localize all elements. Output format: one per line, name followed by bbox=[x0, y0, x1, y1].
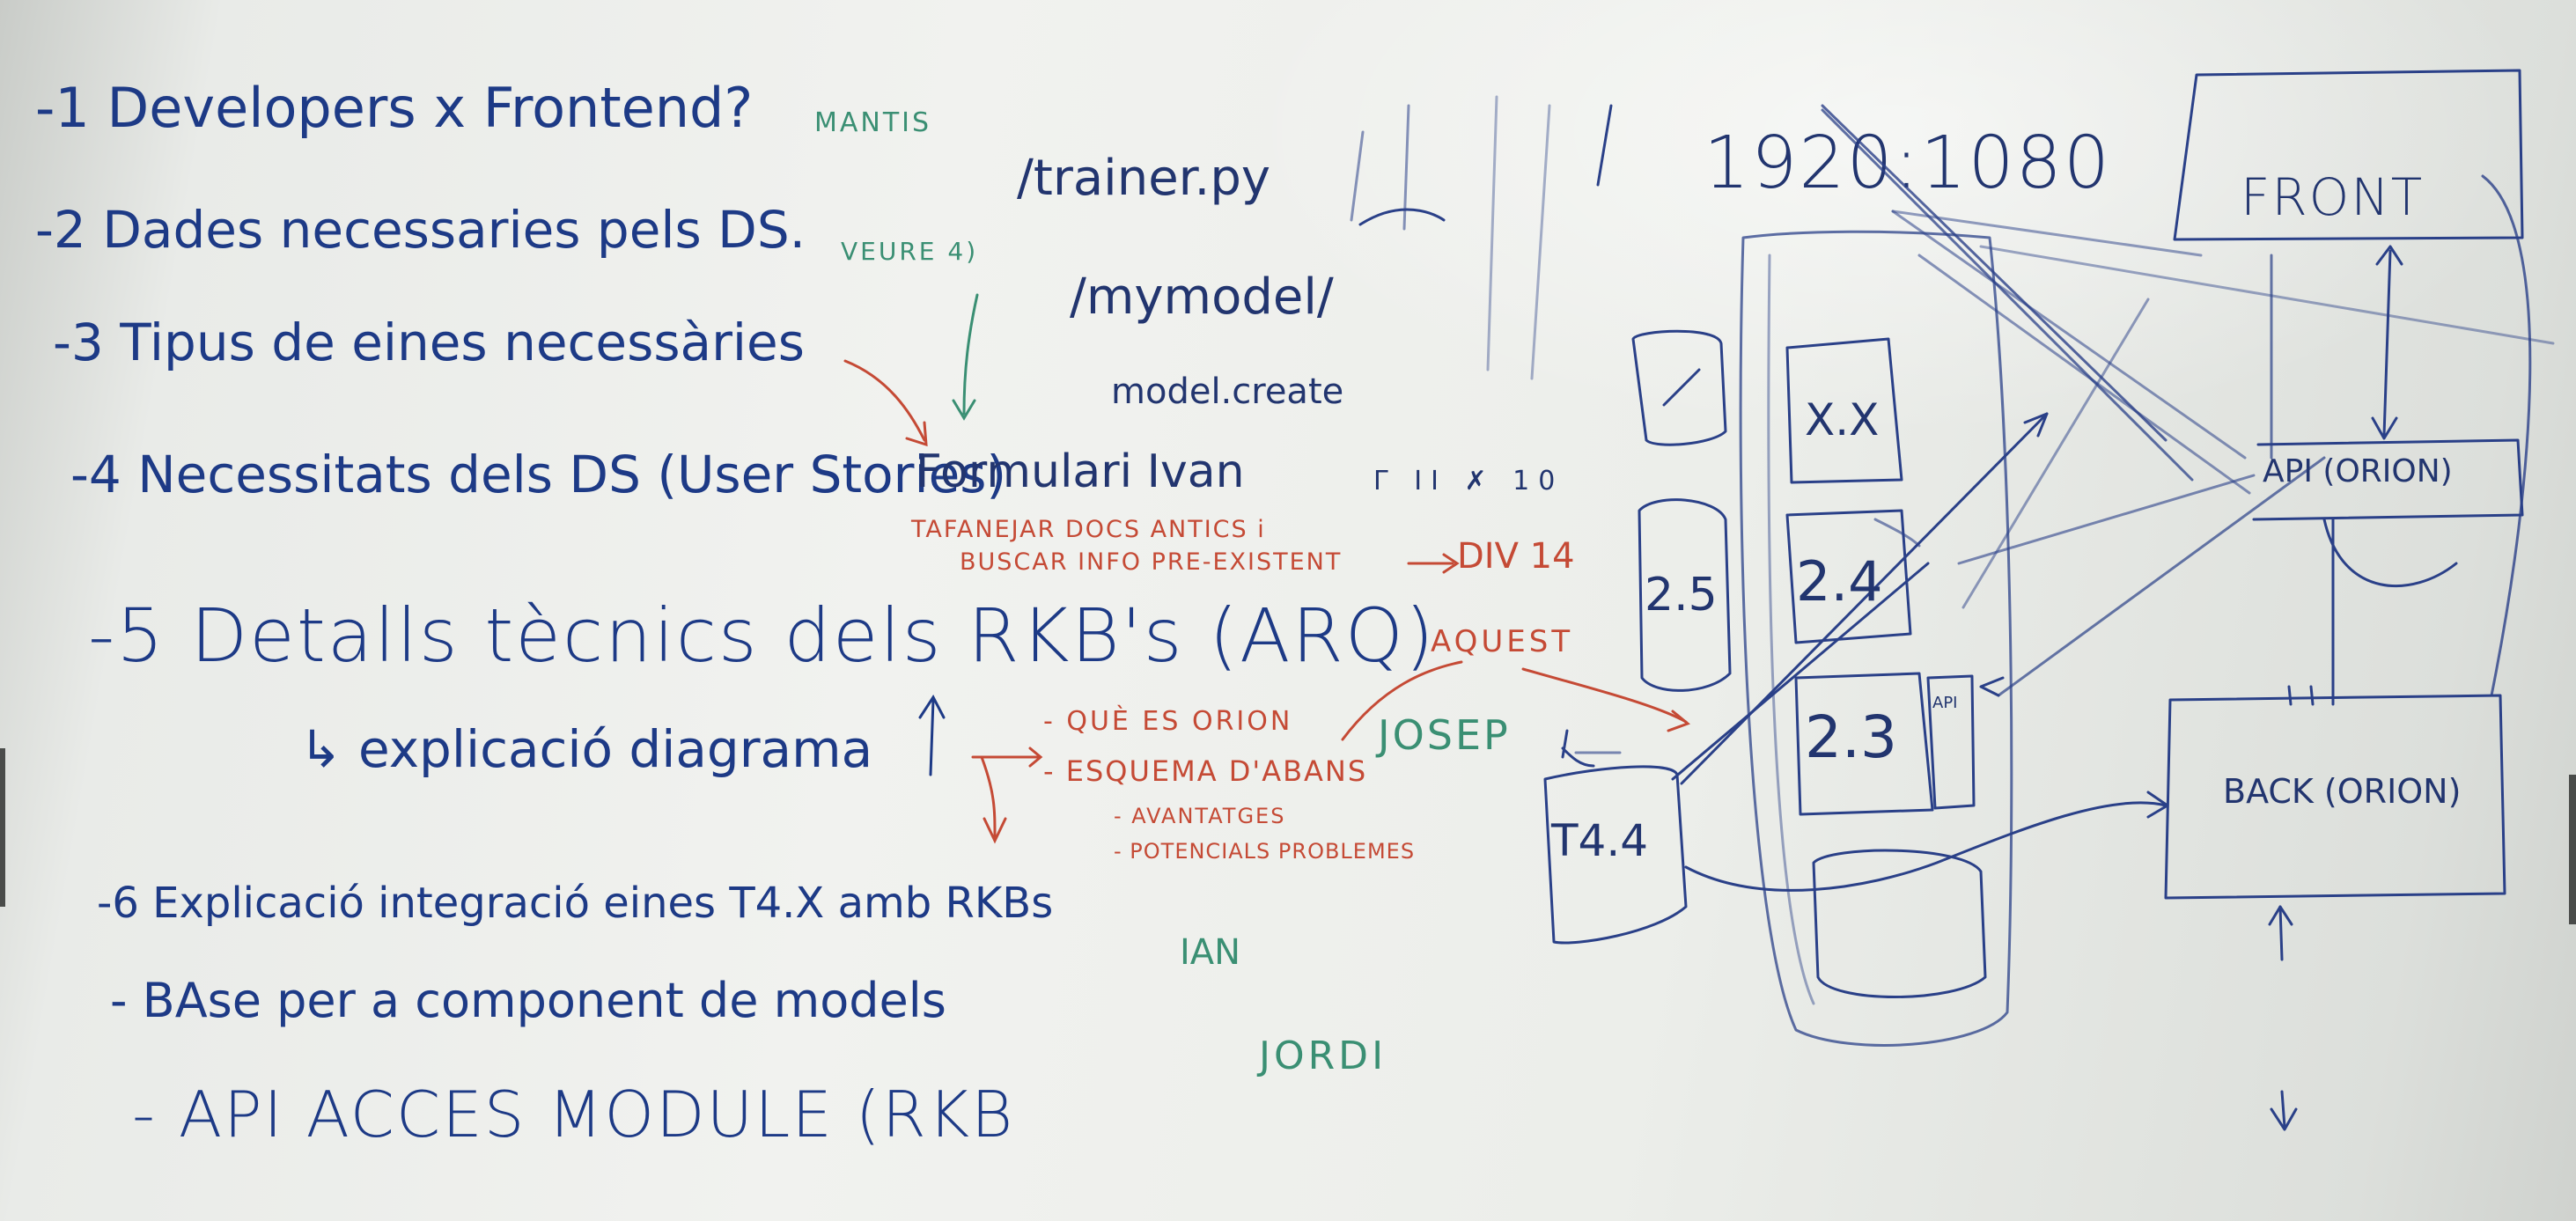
diagram-box-25: 2.5 bbox=[1645, 569, 1718, 622]
diagram-front-label: FRONT bbox=[2241, 167, 2425, 227]
diagram-api-small-label: API bbox=[1932, 694, 1958, 712]
whiteboard: -1 Developers x Frontend? MANTIS -2 Dade… bbox=[0, 0, 2576, 1221]
diagram-box-23: 2.3 bbox=[1805, 703, 1897, 771]
diagram-back-label: BACK (ORION) bbox=[2223, 772, 2462, 811]
diagram-box-xx: X.X bbox=[1805, 394, 1880, 445]
diagram-api-label: API (ORION) bbox=[2263, 453, 2453, 489]
architecture-diagram bbox=[843, 69, 2555, 1131]
diagram-box-t44: T4.4 bbox=[1551, 815, 1649, 866]
diagram-box-24: 2.4 bbox=[1796, 549, 1883, 614]
